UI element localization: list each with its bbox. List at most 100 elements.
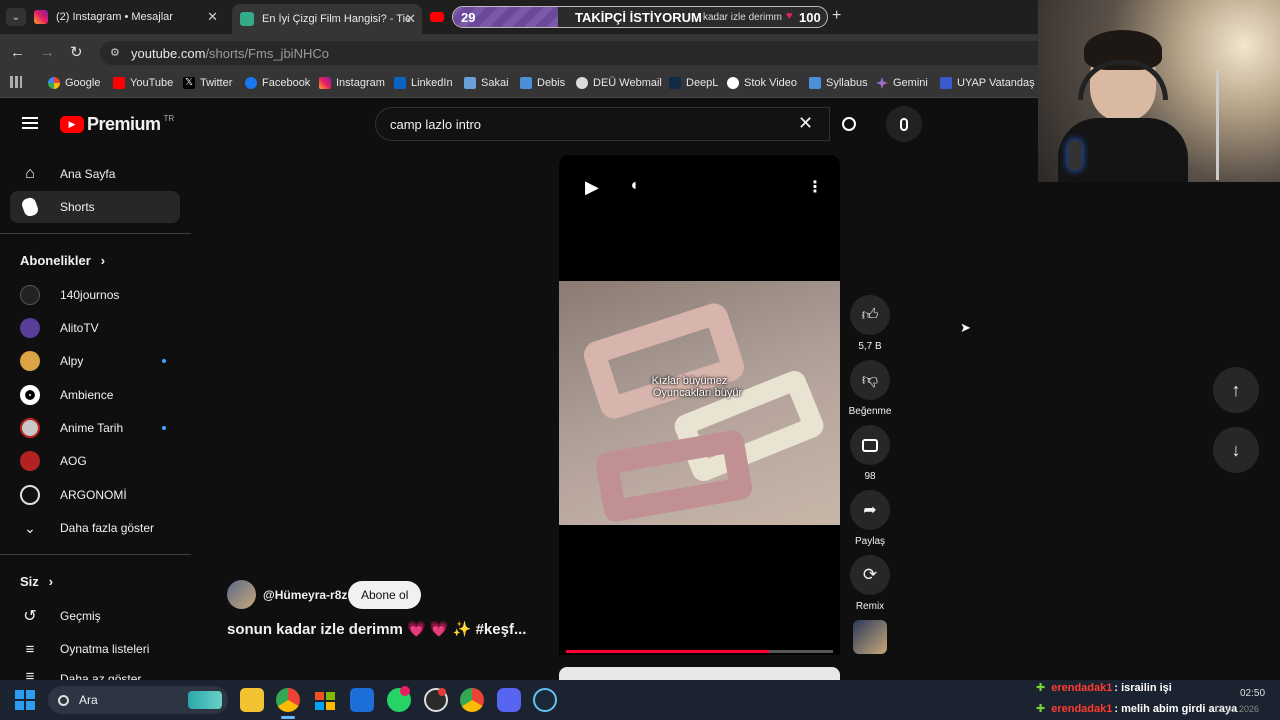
avatar (20, 318, 40, 338)
sidebar-sub-alpy[interactable]: Alpy (10, 345, 180, 377)
bookmark-debis[interactable]: Debis (520, 77, 565, 89)
chevron-down-icon: ⌄ (24, 519, 36, 536)
sidebar-item-label: Shorts (60, 200, 95, 214)
youtube-logo[interactable]: ▶ Premium TR (60, 114, 174, 135)
globe-icon (576, 77, 588, 89)
avatar (20, 485, 40, 505)
avatar (20, 418, 40, 438)
you-header[interactable]: Siz › (20, 574, 53, 589)
menu-icon[interactable] (22, 117, 38, 129)
sidebar-item-home[interactable]: ⌂ Ana Sayfa (10, 158, 180, 190)
sidebar-sub-anime-tarih[interactable]: Anime Tarih (10, 412, 180, 444)
recording-badge (438, 688, 446, 696)
reload-icon[interactable]: ↻ (70, 43, 83, 61)
bookmark-syllabus[interactable]: Syllabus (809, 77, 868, 89)
comments-button[interactable]: 98 (850, 425, 890, 482)
bookmark-youtube[interactable]: YouTube (113, 77, 173, 89)
previous-short-button[interactable]: ↑ (1213, 367, 1259, 413)
sidebar-sub-aog[interactable]: AOG (10, 445, 180, 477)
windows-start-icon[interactable] (15, 690, 35, 710)
url-bar[interactable]: ⚙ youtube.com /shorts/Fms_jbiNHCo (100, 41, 1038, 65)
sidebar-sub-alitotv[interactable]: AlitoTV (10, 312, 180, 344)
subscriptions-header[interactable]: Abonelikler › (20, 253, 105, 268)
search-input[interactable]: camp lazlo intro ✕ (375, 107, 830, 141)
google-icon (48, 77, 60, 89)
sidebar-sub-ambience[interactable]: Ambience (10, 379, 180, 411)
x-icon: 𝕏 (183, 77, 195, 89)
remix-icon: ⟳ (850, 555, 890, 595)
floor-lamp (1216, 70, 1219, 180)
short-player[interactable]: Kızlar büyümez Oyuncakları büyür ▶ ◖ ⋮ (559, 155, 840, 655)
apps-icon[interactable] (10, 76, 22, 88)
tab-tierlist[interactable]: En İyi Çizgi Film Hangisi? - Tier ✕ (232, 4, 422, 34)
sidebar-item-playlists[interactable]: ≡ Oynatma listeleri (10, 633, 180, 665)
play-icon[interactable]: ▶ (585, 177, 599, 198)
bookmark-instagram[interactable]: Instagram (319, 77, 385, 89)
bookmark-facebook[interactable]: Facebook (245, 77, 310, 89)
sidebar-sub-argonomi[interactable]: ARGONOMİ (10, 479, 180, 511)
remix-button[interactable]: ⟳ Remix (850, 555, 890, 612)
tab-instagram[interactable]: (2) Instagram • Mesajlar ✕ (34, 4, 224, 30)
mic-icon (900, 117, 908, 131)
like-button[interactable]: 👍︎ 5,7 B (850, 295, 890, 352)
dislike-button[interactable]: 👎︎ Beğenme (845, 360, 895, 417)
bookmark-gemini[interactable]: Gemini (876, 77, 928, 89)
youtube-icon (113, 77, 125, 89)
bookmark-linkedin[interactable]: LinkedIn (394, 77, 453, 89)
show-more-button[interactable]: ⌄ Daha fazla göster (10, 512, 180, 544)
file-explorer-icon[interactable] (240, 688, 264, 712)
taskbar-search[interactable]: Ara (48, 686, 228, 714)
bookmark-deu-webmail[interactable]: DEÜ Webmail (576, 77, 662, 89)
next-short-button[interactable]: ↓ (1213, 427, 1259, 473)
bookmark-stok-video[interactable]: Stok Video (727, 77, 797, 89)
sidebar-item-shorts[interactable]: Shorts (10, 191, 180, 223)
tab-title: (2) Instagram • Mesajlar (56, 11, 173, 23)
bookmark-sakai[interactable]: Sakai (464, 77, 509, 89)
bookmark-twitter[interactable]: 𝕏 Twitter (183, 77, 232, 89)
clock-time[interactable]: 02:50 (1240, 688, 1265, 699)
search-button[interactable] (830, 107, 868, 141)
microphone (1068, 140, 1082, 170)
sidebar-sub-140journos[interactable]: 140journos (10, 279, 180, 311)
search-highlight-icon (188, 691, 222, 709)
tier-site-icon (240, 12, 254, 26)
logo-region: TR (163, 114, 175, 123)
more-options-icon[interactable]: ⋮ (807, 177, 823, 197)
sidebar-item-more[interactable]: ≡ Daha az göster (10, 666, 180, 681)
microsoft-store-icon[interactable] (313, 688, 337, 712)
channel-avatar[interactable] (227, 580, 256, 609)
subscribe-button[interactable]: Abone ol (348, 581, 422, 609)
close-tab-icon[interactable]: ✕ (207, 9, 218, 25)
chrome-icon[interactable] (276, 688, 300, 712)
bookmark-deepl[interactable]: DeepL (669, 77, 718, 89)
progress-track[interactable] (566, 650, 833, 653)
mail-icon[interactable] (350, 688, 374, 712)
new-tab-button[interactable]: + (832, 7, 841, 25)
sidebar-item-history[interactable]: ↺ Geçmiş (10, 600, 180, 632)
avatar (20, 351, 40, 371)
steam-icon[interactable] (533, 688, 557, 712)
clock-date[interactable]: 17.01.2026 (1214, 704, 1259, 714)
chat-user: erendadak1 (1051, 681, 1113, 694)
chrome-profile-icon[interactable] (460, 688, 484, 712)
hair-clip-rose (594, 428, 754, 524)
playlist-icon: ≡ (25, 640, 35, 658)
bookmark-uyap[interactable]: UYAP Vatandaş (940, 77, 1035, 89)
clear-search-icon[interactable]: ✕ (798, 113, 813, 134)
site-info-icon[interactable]: ⚙ (110, 46, 120, 59)
new-content-dot (162, 359, 166, 363)
discord-icon[interactable] (497, 688, 521, 712)
tab-search-button[interactable]: ⌄ (6, 8, 26, 26)
progress-fill (566, 650, 769, 653)
bookmark-google[interactable]: Google (48, 77, 100, 89)
channel-name[interactable]: @Hümeyra-r8z (263, 588, 347, 602)
share-button[interactable]: ➦ Paylaş (850, 490, 890, 547)
sound-thumbnail[interactable] (853, 620, 887, 654)
back-icon[interactable]: ← (10, 44, 25, 61)
close-tab-icon[interactable]: ✕ (405, 11, 416, 27)
voice-search-button[interactable] (886, 106, 922, 142)
forward-icon[interactable]: → (40, 44, 55, 61)
short-title[interactable]: sonun kadar izle derimm 💗 💗 ✨ #keşf... (227, 620, 526, 638)
volume-icon[interactable]: ◖ (629, 177, 639, 195)
remix-label: Remix (855, 601, 885, 612)
